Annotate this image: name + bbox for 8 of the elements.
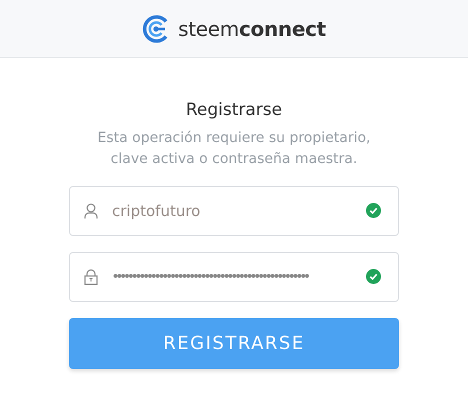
form-title: Registrarse [186,99,282,122]
register-button[interactable]: REGISTRARSE [69,318,399,368]
username-field[interactable]: criptofuturo [69,186,399,236]
user-icon [84,202,98,218]
password-field[interactable]: ••••••••••••••••••••••••••••••••••••••••••••••••••• [69,252,399,302]
lock-icon [84,268,98,284]
form-subtitle: Esta operación requiere su propietario, clave activa o contraseña maestra. [96,128,372,168]
logo-text: steemconnect [178,16,326,42]
